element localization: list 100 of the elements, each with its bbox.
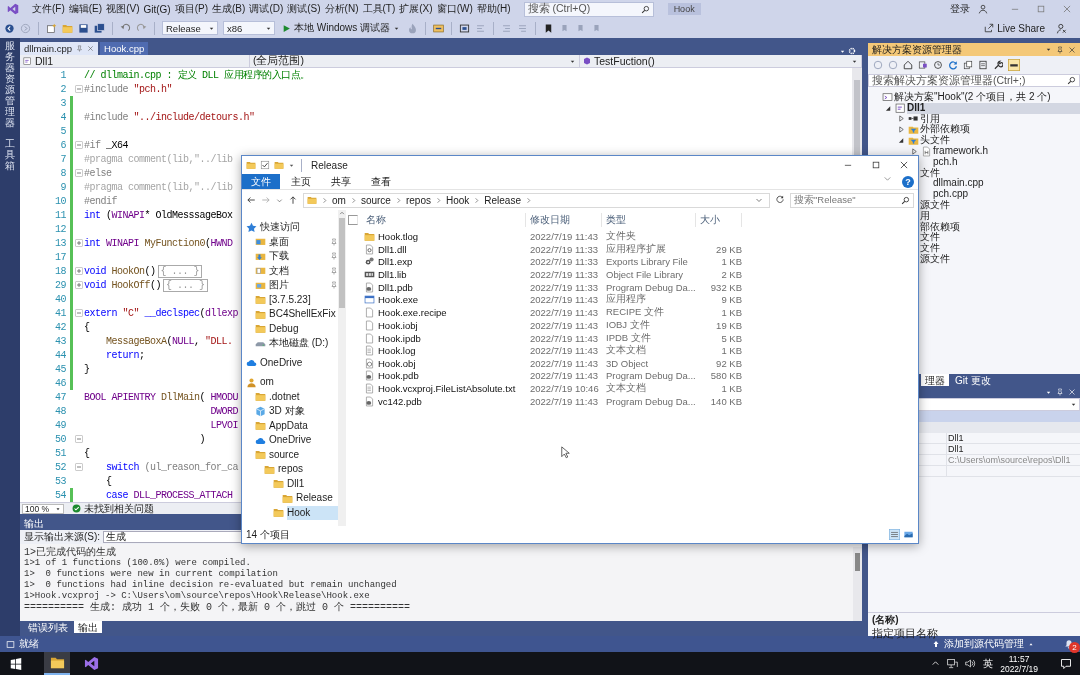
caret-icon[interactable] — [1045, 46, 1052, 53]
file-name[interactable]: Dll1.pdb — [378, 281, 413, 293]
column-header[interactable]: 大小 — [696, 213, 742, 227]
file-name[interactable]: Hook.vcxproj.FileListAbsolute.txt — [378, 383, 516, 395]
tree-item[interactable]: 解决方案"Hook"(2 个项目，共 2 个) — [894, 92, 1080, 103]
tree-item[interactable]: pch.h — [933, 156, 1080, 168]
network-icon[interactable] — [947, 658, 959, 669]
tree-item[interactable]: dllmain.cpp — [933, 178, 1080, 190]
search-field[interactable]: 搜索解决方案资源管理器(Ctrl+;) — [868, 74, 1080, 87]
column-header[interactable]: 名称 — [362, 213, 526, 227]
start-debugging-button[interactable]: 本地 Windows 调试器 — [280, 21, 403, 35]
feedback-icon[interactable] — [1056, 22, 1067, 34]
nav-item[interactable]: om — [260, 375, 338, 390]
tree-item[interactable]: 外部依赖项 — [920, 124, 1080, 136]
panel-tab[interactable]: 输出 — [74, 621, 102, 633]
nav-item[interactable]: OneDrive — [260, 355, 338, 370]
expand-icon[interactable] — [74, 239, 83, 247]
tree-item[interactable]: Dll1 — [907, 102, 1080, 114]
tree-item[interactable]: 用 — [920, 210, 1080, 222]
tree-item[interactable]: 部依赖项 — [920, 221, 1080, 233]
panel-tab[interactable]: 错误列表 — [24, 621, 72, 633]
back-icon[interactable] — [4, 22, 15, 34]
menu-item[interactable]: 编辑(E) — [67, 2, 104, 16]
search-field[interactable]: 搜索 (Ctrl+Q) — [523, 1, 654, 17]
back-arrow-icon[interactable] — [246, 195, 256, 205]
output-source-dropdown[interactable]: 生成 — [103, 531, 244, 543]
input-method-indicator[interactable]: 英 — [983, 656, 994, 671]
search-field[interactable]: 搜索"Release" — [790, 192, 914, 208]
side-tab[interactable]: 服务器资源管理器 — [5, 40, 15, 128]
tree-item[interactable]: 头文件 — [920, 135, 1080, 146]
file-name[interactable]: Hook.ipdb — [378, 332, 421, 344]
save-all-icon[interactable] — [94, 22, 105, 34]
panel-tab[interactable]: 理器 — [921, 374, 949, 386]
maximize-icon[interactable] — [871, 160, 881, 170]
wrench-icon[interactable] — [993, 60, 1003, 70]
nav-item[interactable]: 文档 — [269, 263, 327, 278]
collapsed-arrow-icon[interactable] — [910, 147, 918, 155]
nav-item[interactable]: source — [269, 447, 338, 462]
breadcrumb[interactable]: Hook — [445, 194, 470, 206]
tree-item[interactable]: 源文件 — [920, 199, 1080, 211]
close-icon[interactable] — [1068, 45, 1076, 54]
menu-item[interactable]: 文件(F) — [31, 2, 66, 16]
side-tab[interactable]: 工具箱 — [5, 138, 15, 171]
large-icons-view-icon[interactable] — [903, 529, 914, 540]
menu-item[interactable]: 项目(P) — [173, 2, 210, 16]
clock-time[interactable]: 11:57 — [1008, 653, 1030, 664]
tree-item[interactable]: pch.cpp — [933, 189, 1080, 200]
history-icon[interactable] — [933, 60, 943, 70]
nav-item[interactable]: 图片 — [269, 278, 327, 293]
refresh-icon[interactable] — [775, 195, 785, 205]
document-tab[interactable]: Hook.cpp — [100, 42, 149, 55]
tree-item[interactable]: 引用 — [920, 113, 1080, 125]
scrollbar[interactable] — [853, 547, 862, 621]
column-header[interactable]: 修改日期 — [526, 213, 602, 227]
menu-item[interactable]: 工具(T) — [361, 2, 397, 16]
home-icon[interactable] — [903, 60, 913, 70]
switch-view-icon[interactable] — [918, 60, 928, 70]
new-folder-icon[interactable] — [274, 160, 284, 170]
show-files-icon[interactable] — [978, 60, 988, 70]
member-dropdown[interactable]: TestFuction() — [580, 55, 862, 67]
file-name[interactable]: Hook.iobj — [378, 319, 418, 331]
document-tab[interactable]: dllmain.cpp — [20, 42, 99, 55]
nav-item[interactable]: .dotnet — [269, 389, 338, 404]
breadcrumb[interactable]: source — [360, 194, 391, 206]
save-icon[interactable] — [78, 22, 89, 34]
person-icon[interactable] — [978, 4, 988, 14]
gear-icon[interactable] — [848, 47, 856, 55]
menu-item[interactable]: 窗口(W) — [435, 2, 474, 16]
nav-item[interactable]: Debug — [269, 321, 338, 336]
nav-item[interactable]: OneDrive — [269, 433, 338, 448]
nav-item[interactable]: 桌面 — [269, 234, 327, 249]
file-name[interactable]: vc142.pdb — [378, 395, 422, 407]
menu-item[interactable]: 帮助(H) — [475, 2, 512, 16]
volume-icon[interactable] — [965, 658, 977, 669]
collapse-all-icon[interactable] — [963, 60, 973, 70]
tree-item[interactable]: 文件 — [920, 243, 1080, 254]
menu-item[interactable]: 调试(D) — [248, 2, 285, 16]
live-share-button[interactable]: Live Share — [978, 21, 1051, 35]
pin-icon[interactable] — [1056, 45, 1064, 54]
ribbon-tab[interactable]: 文件 — [242, 174, 280, 189]
menu-item[interactable]: 视图(V) — [105, 2, 141, 16]
file-name[interactable]: Hook.obj — [378, 357, 416, 369]
tree-item[interactable]: framework.h — [933, 146, 1080, 157]
ribbon-tab[interactable]: 共享 — [322, 174, 360, 189]
expanded-arrow-icon[interactable] — [897, 137, 905, 145]
menu-item[interactable]: 分析(N) — [323, 2, 360, 16]
chevron-up-icon[interactable] — [931, 659, 941, 668]
nav-item[interactable]: Dll1 — [287, 476, 338, 491]
nav-item[interactable]: 快速访问 — [260, 220, 338, 235]
new-item-icon[interactable] — [46, 22, 57, 34]
properties-icon[interactable] — [260, 160, 270, 170]
tree-item[interactable]: 文件 — [920, 232, 1080, 244]
breadcrumb[interactable]: om — [332, 194, 346, 206]
address-bar[interactable]: om source repos Hook Release — [303, 192, 770, 208]
close-icon[interactable] — [899, 160, 909, 170]
scrollbar[interactable] — [338, 210, 346, 526]
browser-link-icon[interactable] — [433, 22, 445, 34]
nav-item[interactable]: repos — [278, 462, 338, 477]
expanded-arrow-icon[interactable] — [884, 104, 892, 112]
preview-icon[interactable] — [1008, 59, 1020, 71]
